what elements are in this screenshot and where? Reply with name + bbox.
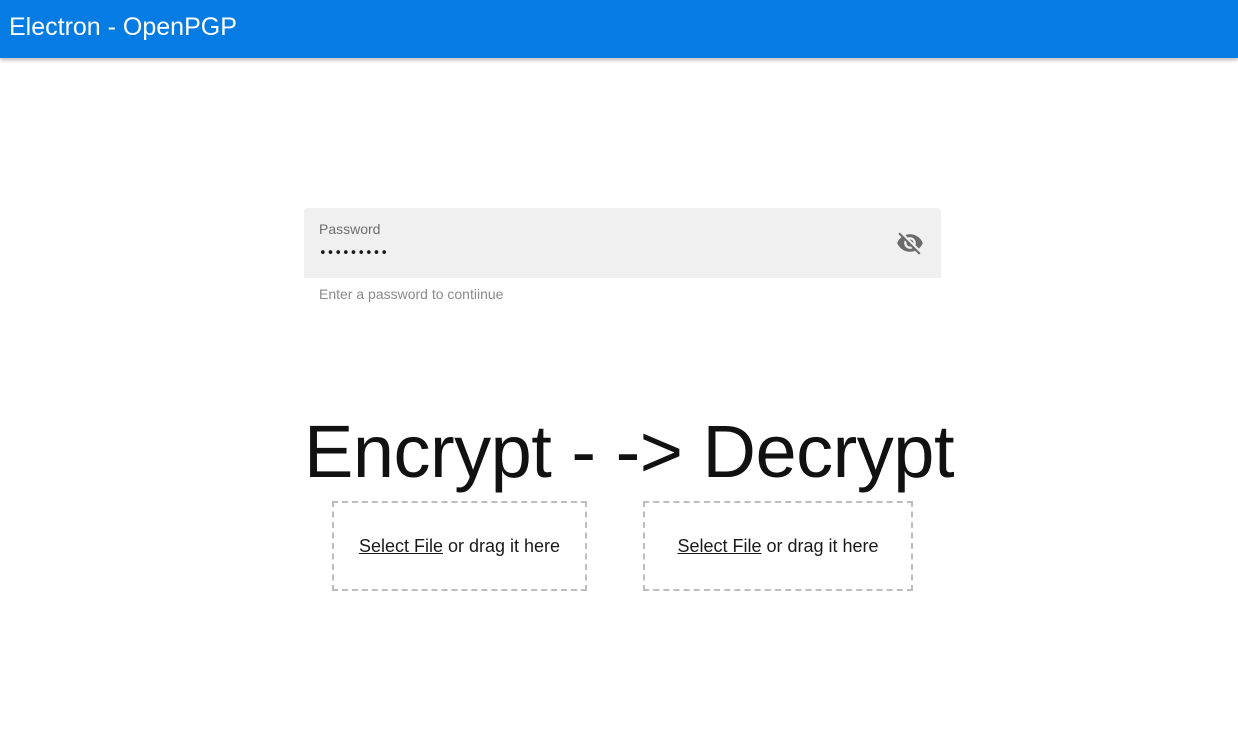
decrypt-drop-zone[interactable]: Select File or drag it here [643, 501, 913, 591]
visibility-off-icon[interactable] [895, 229, 925, 257]
password-hint: Enter a password to contiinue [319, 286, 504, 302]
decrypt-select-file-link[interactable]: Select File [677, 536, 761, 557]
app-bar: Electron - OpenPGP [0, 0, 1238, 58]
password-field[interactable]: Password [304, 208, 941, 278]
decrypt-drop-text: or drag it here [766, 535, 879, 556]
page-heading: Encrypt - -> Decrypt [304, 409, 955, 493]
encrypt-drop-zone[interactable]: Select File or drag it here [332, 501, 587, 591]
encrypt-drop-text: or drag it here [447, 535, 561, 556]
password-input[interactable] [317, 242, 881, 264]
password-label: Password [319, 221, 381, 237]
encrypt-select-file-link[interactable]: Select File [359, 536, 443, 557]
app-title: Electron - OpenPGP [9, 13, 237, 41]
